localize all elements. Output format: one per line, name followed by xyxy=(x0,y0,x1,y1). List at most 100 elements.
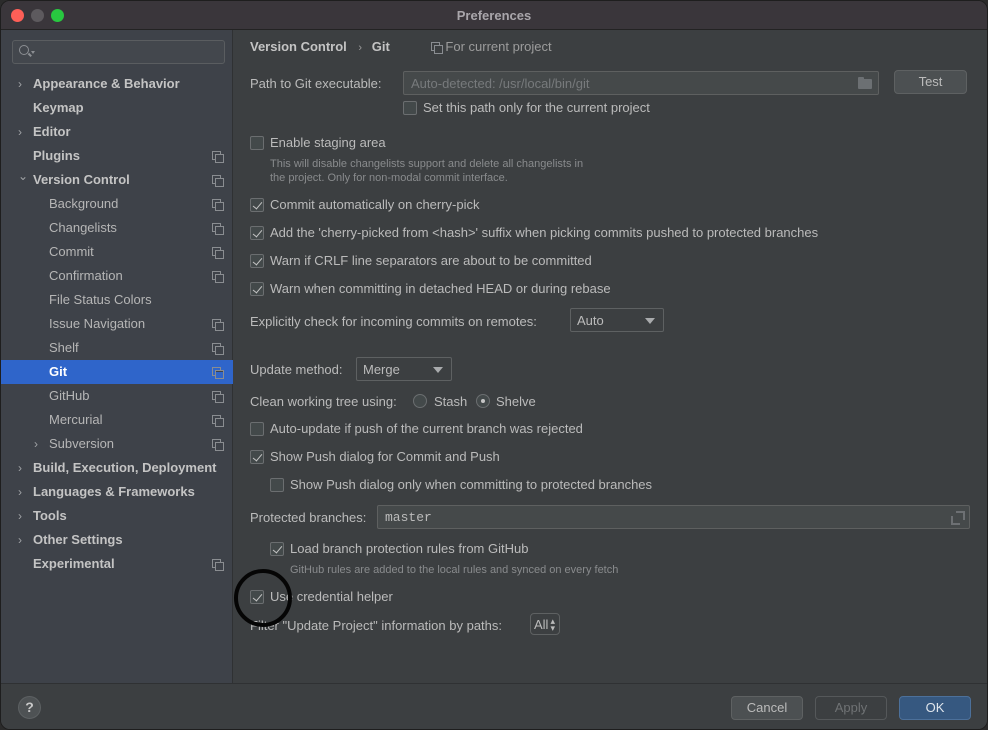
sidebar-item-github[interactable]: GitHub xyxy=(1,384,233,408)
clean-tree-shelve-label: Shelve xyxy=(496,394,536,409)
sidebar-item-languages-frameworks[interactable]: › Languages & Frameworks xyxy=(1,480,233,504)
cancel-button[interactable]: Cancel xyxy=(731,696,803,720)
project-scope-icon xyxy=(431,42,444,54)
staging-hint-line1: This will disable changelists support an… xyxy=(270,158,584,170)
auto-update-rejected-label: Auto-update if push of the current branc… xyxy=(270,421,583,436)
update-method-label: Update method: xyxy=(250,362,343,377)
update-method-select[interactable]: Merge xyxy=(356,357,452,381)
sidebar-item-other-settings[interactable]: › Other Settings xyxy=(1,528,233,552)
auto-update-rejected-checkbox[interactable] xyxy=(250,422,264,436)
test-button[interactable]: Test xyxy=(894,70,967,94)
sidebar-item-editor[interactable]: › Editor xyxy=(1,120,233,144)
github-rules-hint: GitHub rules are added to the local rule… xyxy=(290,564,619,576)
warn-detached-head-checkbox[interactable] xyxy=(250,282,264,296)
sidebar-item-label: Version Control xyxy=(33,172,130,187)
sidebar-item-experimental[interactable]: Experimental xyxy=(1,552,233,576)
clean-tree-stash-radio[interactable] xyxy=(413,394,427,408)
sidebar-item-label: File Status Colors xyxy=(49,292,152,307)
sidebar-item-label: Changelists xyxy=(49,220,117,235)
chevron-right-icon[interactable]: › xyxy=(18,528,22,552)
expand-field-icon[interactable] xyxy=(951,511,965,525)
sidebar-item-build-execution-deployment[interactable]: › Build, Execution, Deployment xyxy=(1,456,233,480)
project-scope-icon xyxy=(212,247,224,259)
project-scope-icon xyxy=(212,367,224,379)
up-down-arrows-icon: ▴ ▾ xyxy=(550,616,555,633)
chevron-right-icon[interactable]: › xyxy=(18,480,22,504)
credential-helper-checkbox[interactable] xyxy=(250,590,264,604)
path-label: Path to Git executable: xyxy=(250,76,382,91)
project-scope-icon xyxy=(212,223,224,235)
sidebar-item-git[interactable]: Git xyxy=(1,360,233,384)
title-bar: Preferences xyxy=(1,1,987,30)
cherry-picked-suffix-checkbox[interactable] xyxy=(250,226,264,240)
clean-tree-shelve-radio[interactable] xyxy=(476,394,490,408)
sidebar-item-mercurial[interactable]: Mercurial xyxy=(1,408,233,432)
breadcrumb-separator: › xyxy=(358,42,363,54)
sidebar-item-label: Issue Navigation xyxy=(49,316,146,331)
credential-helper-label: Use credential helper xyxy=(270,589,393,604)
filter-paths-value: All xyxy=(534,617,549,632)
sidebar-item-label: Subversion xyxy=(49,436,115,451)
project-scope-icon xyxy=(212,319,224,331)
dialog-footer: ? Cancel Apply OK xyxy=(1,683,987,729)
load-github-rules-checkbox[interactable] xyxy=(270,542,284,556)
project-scope-icon xyxy=(212,439,224,451)
sidebar-item-shelf[interactable]: Shelf xyxy=(1,336,233,360)
show-push-dialog-checkbox[interactable] xyxy=(250,450,264,464)
clean-tree-stash-label: Stash xyxy=(434,394,468,409)
sidebar-item-label: Commit xyxy=(49,244,94,259)
project-scope-icon xyxy=(212,271,224,283)
set-path-current-project-checkbox[interactable] xyxy=(403,101,417,115)
warn-crlf-label: Warn if CRLF line separators are about t… xyxy=(270,253,592,268)
sidebar-item-label: Editor xyxy=(33,124,71,139)
browse-folder-icon[interactable] xyxy=(858,77,872,89)
sidebar-item-keymap[interactable]: Keymap xyxy=(1,96,233,120)
sidebar-item-label: Keymap xyxy=(33,100,84,115)
sidebar-item-label: Confirmation xyxy=(49,268,123,283)
show-push-dialog-label: Show Push dialog for Commit and Push xyxy=(270,449,500,464)
incoming-commits-select[interactable]: Auto xyxy=(570,308,664,332)
cherry-picked-suffix-label: Add the 'cherry-picked from <hash>' suff… xyxy=(270,225,819,240)
enable-staging-label: Enable staging area xyxy=(270,135,386,150)
commit-on-cherry-pick-checkbox[interactable] xyxy=(250,198,264,212)
settings-search-input[interactable] xyxy=(12,40,225,64)
protected-branches-value: master xyxy=(385,510,432,525)
breadcrumb-parent[interactable]: Version Control xyxy=(250,39,347,54)
apply-button[interactable]: Apply xyxy=(815,696,887,720)
sidebar-item-tools[interactable]: › Tools xyxy=(1,504,233,528)
protected-branches-label: Protected branches: xyxy=(250,510,367,525)
sidebar-item-confirmation[interactable]: Confirmation xyxy=(1,264,233,288)
scope-note-text: For current project xyxy=(445,39,552,54)
filter-paths-select[interactable]: All ▴ ▾ xyxy=(530,613,560,635)
search-icon xyxy=(19,45,29,55)
chevron-right-icon[interactable]: › xyxy=(18,120,22,144)
chevron-right-icon[interactable]: › xyxy=(18,504,22,528)
sidebar-item-subversion[interactable]: › Subversion xyxy=(1,432,233,456)
dropdown-arrow-icon xyxy=(645,318,655,324)
breadcrumb-current: Git xyxy=(371,39,390,54)
sidebar-item-version-control[interactable]: ⌄ Version Control xyxy=(1,168,233,192)
sidebar-item-label: Shelf xyxy=(49,340,79,355)
ok-button[interactable]: OK xyxy=(899,696,971,720)
sidebar-item-commit[interactable]: Commit xyxy=(1,240,233,264)
sidebar-item-background[interactable]: Background xyxy=(1,192,233,216)
sidebar-item-issue-navigation[interactable]: Issue Navigation xyxy=(1,312,233,336)
enable-staging-checkbox[interactable] xyxy=(250,136,264,150)
sidebar-item-file-status-colors[interactable]: File Status Colors xyxy=(1,288,233,312)
chevron-right-icon[interactable]: › xyxy=(18,72,22,96)
sidebar-item-plugins[interactable]: Plugins xyxy=(1,144,233,168)
git-path-input[interactable]: Auto-detected: /usr/local/bin/git xyxy=(403,71,879,95)
help-button[interactable]: ? xyxy=(18,696,41,719)
sidebar-item-label: Other Settings xyxy=(33,532,123,547)
sidebar-item-changelists[interactable]: Changelists xyxy=(1,216,233,240)
project-scope-icon xyxy=(212,343,224,355)
chevron-down-icon[interactable]: ⌄ xyxy=(18,164,28,188)
sidebar-item-appearance-behavior[interactable]: › Appearance & Behavior xyxy=(1,72,233,96)
staging-hint-line2: the project. Only for non-modal commit i… xyxy=(270,172,508,184)
show-push-protected-checkbox[interactable] xyxy=(270,478,284,492)
chevron-right-icon[interactable]: › xyxy=(34,432,38,456)
warn-detached-head-label: Warn when committing in detached HEAD or… xyxy=(270,281,611,296)
chevron-right-icon[interactable]: › xyxy=(18,456,22,480)
protected-branches-input[interactable]: master xyxy=(377,505,970,529)
warn-crlf-checkbox[interactable] xyxy=(250,254,264,268)
